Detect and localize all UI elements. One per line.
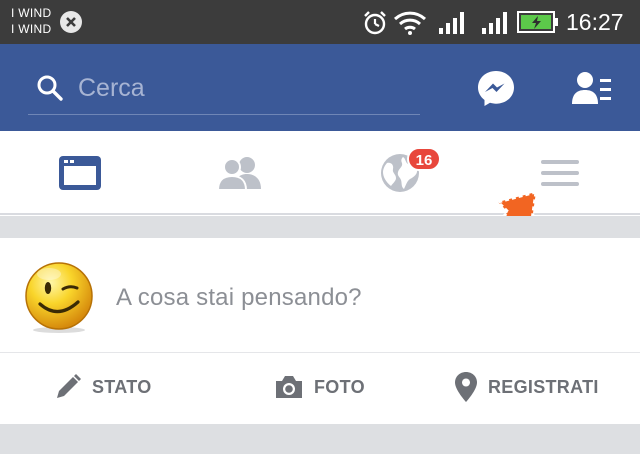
check-in-label: REGISTRATI [488,376,599,397]
camera-icon [276,376,302,398]
separator [0,216,640,238]
carrier-2: I WIND [11,22,52,36]
friend-requests-button[interactable] [570,66,614,110]
news-feed-icon [59,156,101,190]
status-label: STATO [92,376,152,397]
friend-requests-icon [572,72,611,104]
signal-icon [439,12,464,34]
battery-charging-icon [517,11,558,33]
top-app-bar [0,44,640,131]
menu-icon [541,160,579,186]
divider [0,352,640,353]
signal-icon [482,12,507,34]
friends-icon [217,157,261,191]
clock: 16:27 [566,9,624,35]
status-bar: I WIND I WIND 16:27 [0,0,640,44]
messenger-icon [478,71,514,106]
search-icon [37,75,63,101]
pencil-icon [57,374,81,398]
separator [0,424,640,454]
photo-button[interactable]: FOTO [274,364,365,410]
feed-start [0,454,640,468]
status-prompt[interactable]: A cosa stai pensando? [116,284,362,312]
tab-friends[interactable] [180,131,300,215]
check-in-button[interactable]: REGISTRATI [454,364,599,410]
status-composer: A cosa stai pensando? STATO FOTO REGISTR… [0,238,640,424]
notifications-badge: 16 [407,147,441,171]
location-pin-icon [455,372,477,402]
no-sim-icon [60,11,82,33]
alarm-icon [364,11,386,35]
wifi-icon [393,11,427,35]
carrier-labels: I WIND I WIND [11,5,51,37]
photo-label: FOTO [314,376,365,397]
search-input[interactable] [78,70,408,106]
tab-notifications[interactable]: 16 [340,131,460,215]
carrier-1: I WIND [11,6,52,20]
messenger-button[interactable] [474,66,518,110]
search-bar[interactable] [28,60,420,115]
avatar[interactable] [22,260,96,334]
tab-news-feed[interactable] [20,131,140,215]
status-button[interactable]: STATO [54,364,152,410]
